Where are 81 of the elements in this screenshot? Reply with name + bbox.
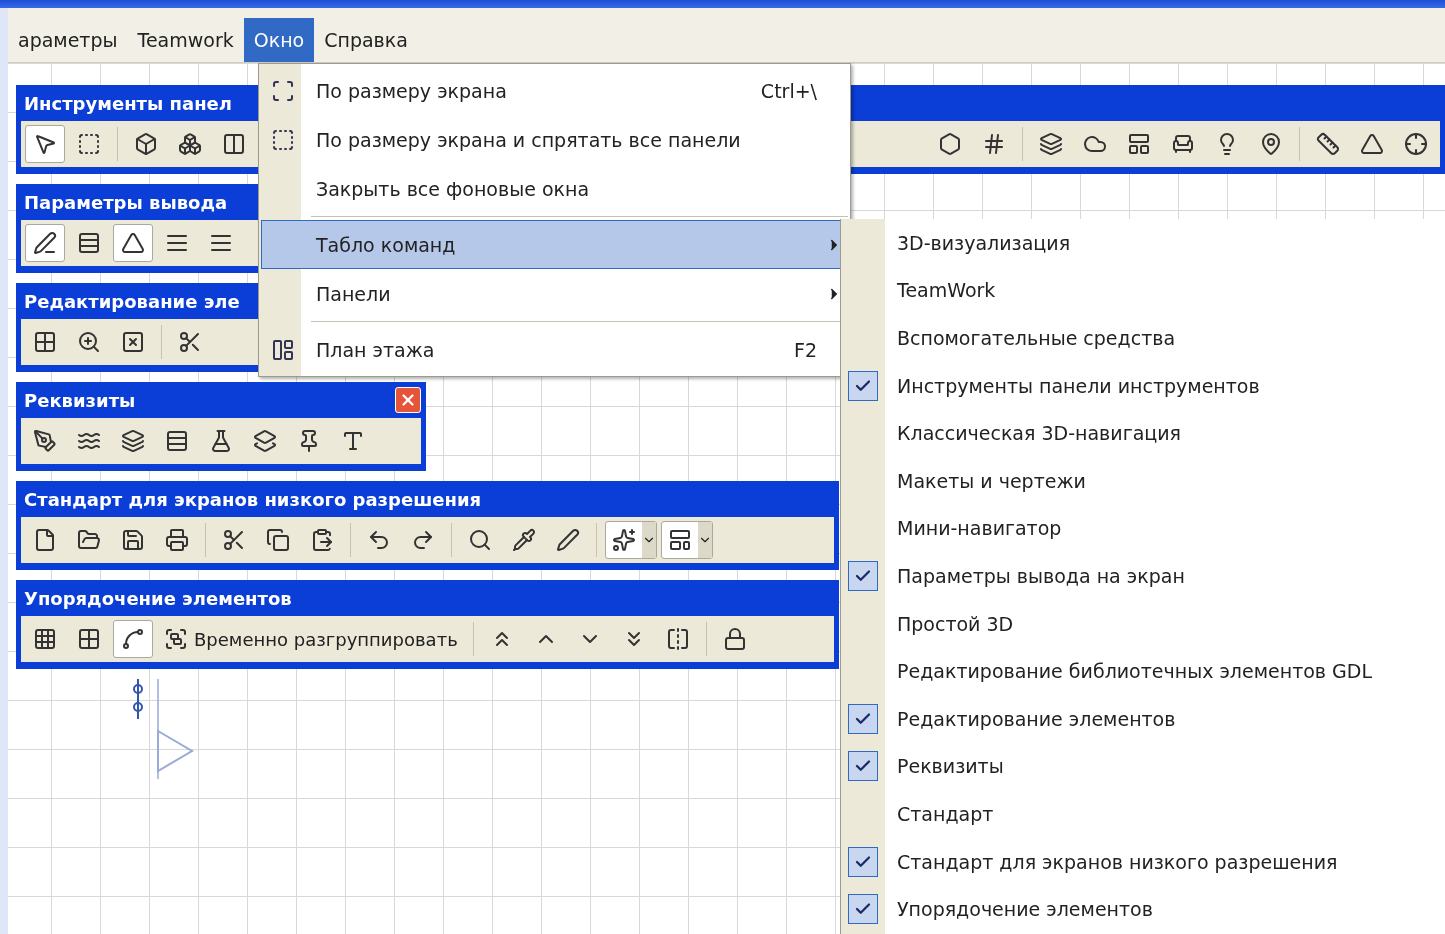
zoom-icon [77,330,101,354]
pen-icon [33,429,57,453]
pin-icon [1259,132,1283,156]
box-icon [134,132,158,156]
tool-button[interactable] [25,224,65,262]
menu-bar-item[interactable]: Teamwork [127,18,244,62]
rows-icon [165,429,189,453]
grid-icon [33,627,57,651]
open-folder-icon [77,528,101,552]
grid-icon [77,627,101,651]
layers-icon [253,429,277,453]
tool-button[interactable] [25,125,65,163]
tool-button[interactable] [113,224,153,262]
menu-item[interactable]: По размеру экрана Ctrl+\ [261,66,848,115]
submenu-item[interactable]: Реквизиты [841,742,1445,791]
submenu-item[interactable]: Стандарт [841,790,1445,838]
layers-icon [121,429,145,453]
toolbar-title: Стандарт для экранов низкого разрешения [23,488,482,510]
panel-icon [1127,132,1151,156]
dropdown-tool-button[interactable] [661,521,713,559]
undo-icon [367,528,391,552]
boxes-icon [178,132,202,156]
grid-icon [33,330,57,354]
submenu-item[interactable]: Редактирование элементов [841,694,1445,743]
submenu-item[interactable]: Стандарт для экранов низкого разрешения [841,837,1445,886]
fit-screen-icon [271,78,295,103]
submenu-item[interactable]: Классическая 3D-навигация [841,409,1445,457]
scissors-icon [178,330,202,354]
bottle-icon [209,429,233,453]
submenu-item[interactable]: Редактирование библиотечных элементов GDL [841,647,1445,695]
submenu-item[interactable]: Мини-навигатор [841,504,1445,553]
dashed-frame-icon [271,127,295,152]
pen-icon [33,231,57,255]
marquee-icon [77,132,101,156]
shortcut-text: F2 [793,338,818,361]
flip-icon [665,627,690,651]
copy-icon [266,528,290,552]
close-button[interactable] [395,387,421,413]
shortcut-text: Ctrl+\ [760,79,818,102]
new-file-icon [33,528,57,552]
dropdown-tool-button[interactable] [605,521,657,559]
square-cross-icon [121,330,145,354]
hexagon-icon [938,132,962,156]
toolbar-title: Инструменты панел [23,92,232,114]
crosshair-icon [1404,132,1428,156]
submenu-item[interactable]: Макеты и чертежи [841,456,1445,505]
menu-bar-item[interactable]: Справка [314,18,418,62]
triangle-icon [121,231,145,255]
layout-icon [668,528,692,552]
column-icon [222,132,246,156]
menu-item[interactable]: По размеру экрана и спрятать все панели [261,115,848,164]
submenu-item[interactable]: Параметры вывода на экран [841,552,1445,600]
toolbar-title: Параметры вывода [23,191,228,213]
menu-item[interactable]: Закрыть все фоновые окна [261,164,848,213]
toolbar-title: Упорядочение элементов [23,587,292,609]
cursor-icon [33,132,57,156]
hatch-icon [982,132,1006,156]
redo-icon [411,528,435,552]
printer-icon [165,528,189,552]
toolbar-title: Реквизиты [23,389,136,411]
ungroup-icon [164,627,188,651]
paste-icon [310,528,334,552]
scissors-icon [222,528,246,552]
pipette-icon [512,528,536,552]
menu-bar-item[interactable]: Окно [243,18,315,62]
tool-button[interactable] [113,620,153,658]
ruler-icon [1316,132,1340,156]
chair-icon [1171,132,1195,156]
lock-icon [722,627,747,651]
submenu-item[interactable]: Простой 3D [841,599,1445,648]
sparkle-icon [612,528,636,552]
rows-icon [77,231,101,255]
close-icon [399,391,417,409]
submenu-item[interactable]: Упорядочение элементов [841,885,1445,933]
menu-bar-item[interactable]: араметры [8,18,128,62]
curve-icon [121,627,145,651]
save-icon [121,528,145,552]
toolbar-title: Редактирование эле [23,290,240,312]
search-icon [468,528,492,552]
letter-icon [341,429,365,453]
pen-icon [556,528,580,552]
